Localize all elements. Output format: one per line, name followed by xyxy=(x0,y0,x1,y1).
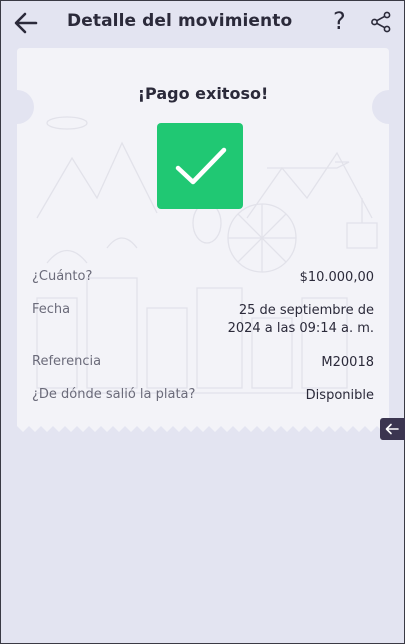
side-collapse-tab[interactable] xyxy=(380,418,405,440)
date-value-line2: 2024 a las 09:14 a. m. xyxy=(227,321,374,336)
amount-label: ¿Cuánto? xyxy=(32,269,93,284)
success-badge xyxy=(157,123,243,209)
source-value: Disponible xyxy=(305,388,374,403)
collapse-arrow-icon xyxy=(385,423,399,435)
date-label: Fecha xyxy=(32,302,71,317)
amount-value: $10.000,00 xyxy=(299,270,374,285)
back-arrow-icon[interactable] xyxy=(12,9,40,37)
detail-row-source: ¿De dónde salió la plata? Disponible xyxy=(32,387,374,407)
help-button[interactable]: ? xyxy=(333,7,346,35)
detail-row-date: Fecha 25 de septiembre de 2024 a las 09:… xyxy=(32,302,374,340)
date-value-line1: 25 de septiembre de xyxy=(238,303,374,318)
detail-row-amount: ¿Cuánto? $10.000,00 xyxy=(32,269,374,289)
receipt-card: ¡Pago exitoso! ¿Cuánto? $10.000,00 Fecha… xyxy=(17,48,389,438)
share-icon[interactable] xyxy=(370,11,392,33)
success-heading: ¡Pago exitoso! xyxy=(137,84,269,103)
page-title: Detalle del movimiento xyxy=(67,11,293,31)
date-value: 25 de septiembre de 2024 a las 09:14 a. … xyxy=(228,302,374,338)
receipt-background xyxy=(17,48,389,432)
source-label: ¿De dónde salió la plata? xyxy=(32,387,196,402)
checkmark-icon xyxy=(175,147,227,185)
reference-label: Referencia xyxy=(32,354,102,369)
reference-value: M20018 xyxy=(321,355,374,370)
top-bar: Detalle del movimiento ? xyxy=(0,0,405,44)
detail-row-reference: Referencia M20018 xyxy=(32,354,374,374)
